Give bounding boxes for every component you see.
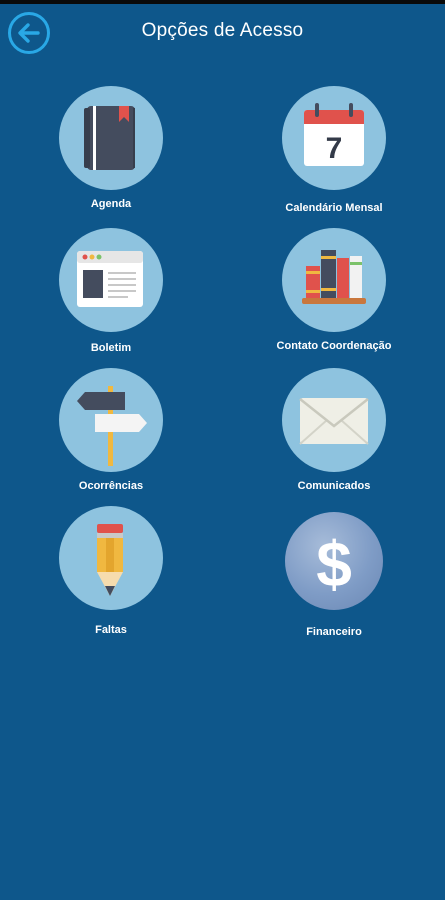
dollar-icon: $ — [316, 528, 352, 600]
menu-item-label: Calendário Mensal — [285, 202, 383, 214]
menu-item-contato-coordenacao[interactable]: Contato Coordenação — [234, 228, 434, 358]
financeiro-icon-circle: $ — [285, 512, 383, 610]
menu-item-financeiro[interactable]: $ Financeiro — [234, 512, 434, 652]
menu-item-label: Agenda — [90, 198, 132, 210]
books-icon — [302, 250, 366, 304]
calendar-day-number: 7 — [326, 132, 343, 165]
menu-item-label: Comunicados — [297, 480, 371, 492]
signpost-icon — [77, 386, 147, 466]
boletim-icon-circle — [59, 228, 163, 332]
page-title: Opções de Acesso — [141, 20, 304, 41]
status-bar — [0, 0, 445, 4]
ocorrencias-icon-circle — [59, 368, 163, 472]
envelope-icon — [299, 398, 369, 445]
menu-item-label: Ocorrências — [78, 480, 144, 492]
menu-item-label: Contato Coordenação — [276, 340, 392, 352]
comunicados-icon-circle — [282, 368, 386, 472]
menu-item-label: Boletim — [90, 342, 132, 354]
menu-item-calendario-mensal[interactable]: 7 Calendário Mensal — [234, 86, 434, 216]
contato-icon-circle — [282, 228, 386, 332]
menu-item-label: Financeiro — [306, 626, 362, 638]
menu-item-ocorrencias[interactable]: Ocorrências — [11, 368, 211, 498]
menu-item-label: Faltas — [95, 624, 127, 636]
faltas-icon-circle — [59, 506, 163, 610]
menu-item-comunicados[interactable]: Comunicados — [234, 368, 434, 498]
agenda-icon-circle — [59, 86, 163, 190]
dollar-sign: $ — [316, 528, 352, 600]
menu-item-faltas[interactable]: Faltas — [11, 506, 211, 646]
calendar-icon: 7 — [304, 103, 364, 166]
menu-item-agenda[interactable]: Agenda — [11, 86, 211, 216]
calendario-icon-circle: 7 — [282, 86, 386, 190]
menu-item-boletim[interactable]: Boletim — [11, 228, 211, 358]
notebook-icon — [84, 106, 135, 170]
browser-window-icon — [77, 251, 143, 307]
pencil-icon — [97, 524, 123, 596]
